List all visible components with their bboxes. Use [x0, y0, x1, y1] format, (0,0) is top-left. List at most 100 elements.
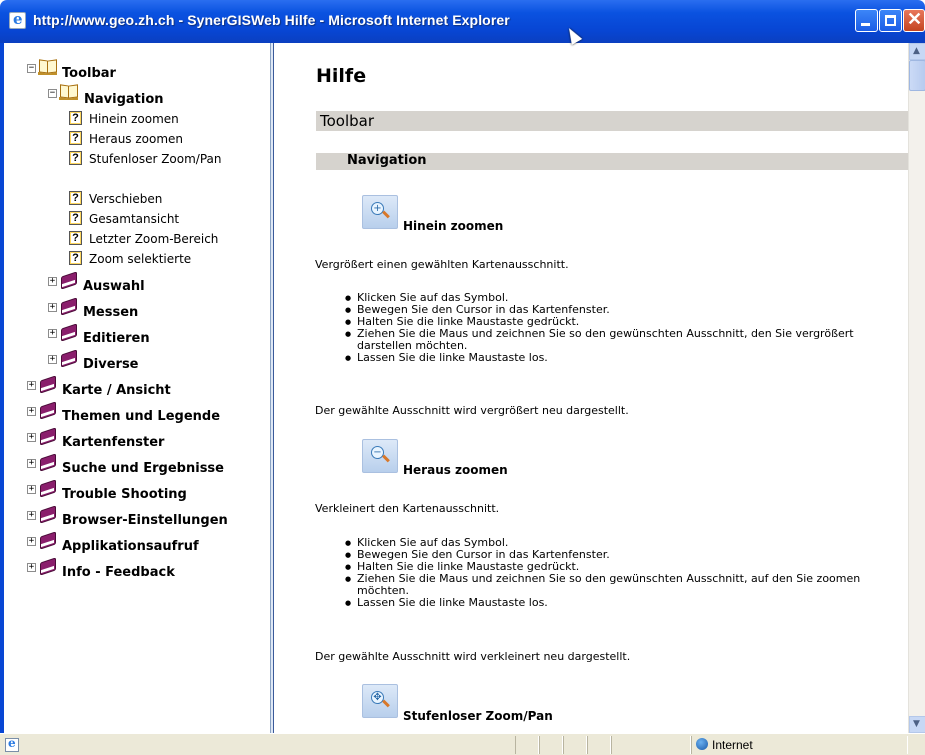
scroll-down-button[interactable]: ▼ [909, 716, 925, 733]
expand-icon[interactable]: + [48, 277, 57, 286]
close-icon: ✕ [907, 9, 923, 29]
nav-label: Info - Feedback [62, 565, 175, 580]
nav-topic-label: Letzter Zoom-Bereich [89, 232, 219, 246]
status-pane [611, 736, 691, 754]
book-closed-icon [59, 272, 78, 288]
book-closed-icon [38, 428, 57, 444]
security-zone-label: Internet [712, 738, 753, 752]
nav-label: Messen [83, 305, 139, 320]
frame-divider[interactable] [271, 43, 274, 733]
nav-label: Browser-Einstellungen [62, 513, 228, 528]
book-closed-icon [38, 376, 57, 392]
maximize-icon [885, 15, 896, 26]
help-topic-icon: ? [69, 151, 82, 165]
maximize-button[interactable] [879, 9, 902, 32]
arrow-up-icon: ▲ [913, 46, 920, 56]
step-item: Lassen Sie die linke Maustaste los. [345, 597, 905, 610]
zoom-out-steps: Klicken Sie auf das Symbol.Bewegen Sie d… [345, 537, 905, 610]
tool-heading-zoom-out: Heraus zoomen [403, 463, 508, 477]
subsection-title: Navigation [347, 153, 427, 168]
book-closed-icon [38, 454, 57, 470]
nav-label: Karte / Ansicht [62, 383, 171, 398]
nav-label: Toolbar [62, 66, 116, 81]
book-closed-icon [38, 506, 57, 522]
nav-label: Suche und Ergebnisse [62, 461, 224, 476]
nav-group-navigation[interactable]: − Navigation [4, 43, 264, 107]
book-closed-icon [38, 532, 57, 548]
zoom-out-intro: Verkleinert den Kartenausschnitt. [315, 502, 500, 515]
expand-icon[interactable]: + [48, 329, 57, 338]
minimize-icon [861, 23, 870, 26]
expand-icon[interactable]: + [27, 485, 36, 494]
subsection-header: Navigation [316, 153, 908, 170]
tool-heading-zoom-in: Hinein zoomen [403, 219, 504, 233]
step-item: Ziehen Sie die Maus und zeichnen Sie so … [345, 573, 905, 597]
page-status-icon [5, 736, 19, 752]
book-closed-icon [59, 324, 78, 340]
nav-topic-label: Stufenloser Zoom/Pan [89, 152, 222, 166]
zoom-out-icon: − [362, 439, 398, 473]
nav-label: Diverse [83, 357, 139, 372]
nav-topic-label: Verschieben [89, 192, 163, 206]
nav-label: Applikationsaufruf [62, 539, 199, 554]
step-item: Ziehen Sie die Maus und zeichnen Sie so … [345, 328, 905, 352]
expand-icon[interactable]: + [27, 381, 36, 390]
section-title: Toolbar [320, 112, 375, 130]
zoom-pan-icon: ✥ [362, 684, 398, 718]
nav-label: Kartenfenster [62, 435, 165, 450]
nav-topic-label: Zoom selektierte [89, 252, 192, 266]
help-topic-icon: ? [69, 211, 82, 225]
status-pane [539, 736, 563, 754]
expand-icon[interactable]: + [48, 303, 57, 312]
title-bar[interactable]: http://www.geo.zh.ch - SynerGISWeb Hilfe… [0, 0, 925, 43]
expand-icon[interactable]: + [48, 355, 57, 364]
help-topic-icon: ? [69, 231, 82, 245]
book-closed-icon [59, 350, 78, 366]
book-closed-icon [38, 558, 57, 574]
status-pane [515, 736, 539, 754]
nav-topic-label: Hinein zoomen [89, 112, 179, 126]
help-topic-icon: ? [69, 191, 82, 205]
nav-label: Navigation [84, 92, 164, 107]
expand-icon[interactable]: + [27, 563, 36, 572]
help-topic-icon: ? [69, 111, 82, 125]
nav-label: Auswahl [83, 279, 145, 294]
expand-icon[interactable]: + [27, 407, 36, 416]
nav-label: Editieren [83, 331, 150, 346]
scroll-up-button[interactable]: ▲ [909, 43, 925, 60]
status-bar: Internet [0, 733, 925, 755]
zoom-in-icon: + [362, 195, 398, 229]
expand-icon[interactable]: + [27, 433, 36, 442]
section-header: Toolbar [316, 111, 908, 131]
help-topic-icon: ? [69, 131, 82, 145]
globe-icon [696, 738, 708, 750]
book-closed-icon [59, 298, 78, 314]
zoom-out-result: Der gewählte Ausschnitt wird verkleinert… [315, 650, 631, 663]
status-pane [587, 736, 611, 754]
book-closed-icon [38, 480, 57, 496]
collapse-icon[interactable]: − [48, 89, 57, 98]
zoom-in-intro: Vergrößert einen gewählten Kartenausschn… [315, 258, 569, 271]
vertical-scrollbar[interactable]: ▲ ▼ [908, 43, 925, 733]
page-title: Hilfe [316, 65, 367, 87]
arrow-down-icon: ▼ [913, 719, 920, 729]
help-nav-frame: − Toolbar − Navigation ? Hinein zoomen? He… [0, 43, 271, 733]
book-closed-icon [38, 402, 57, 418]
step-item: Lassen Sie die linke Maustaste los. [345, 352, 905, 365]
minimize-button[interactable] [855, 9, 878, 32]
book-open-icon [59, 84, 78, 100]
close-button[interactable]: ✕ [903, 9, 925, 32]
help-content-frame: Hilfe Toolbar Navigation + Hinein zoomen… [275, 43, 908, 733]
zoom-in-steps: Klicken Sie auf das Symbol.Bewegen Sie d… [345, 292, 905, 365]
expand-icon[interactable]: + [27, 459, 36, 468]
zoom-in-result: Der gewählte Ausschnitt wird vergrößert … [315, 404, 629, 417]
nav-label: Trouble Shooting [62, 487, 187, 502]
expand-icon[interactable]: + [27, 537, 36, 546]
help-topic-icon: ? [69, 251, 82, 265]
status-pane [563, 736, 587, 754]
expand-icon[interactable]: + [27, 511, 36, 520]
nav-label: Themen und Legende [62, 409, 221, 424]
tool-heading-zoom-pan: Stufenloser Zoom/Pan [403, 709, 553, 723]
scroll-thumb[interactable] [909, 60, 925, 91]
window-title: http://www.geo.zh.ch - SynerGISWeb Hilfe… [33, 12, 510, 28]
